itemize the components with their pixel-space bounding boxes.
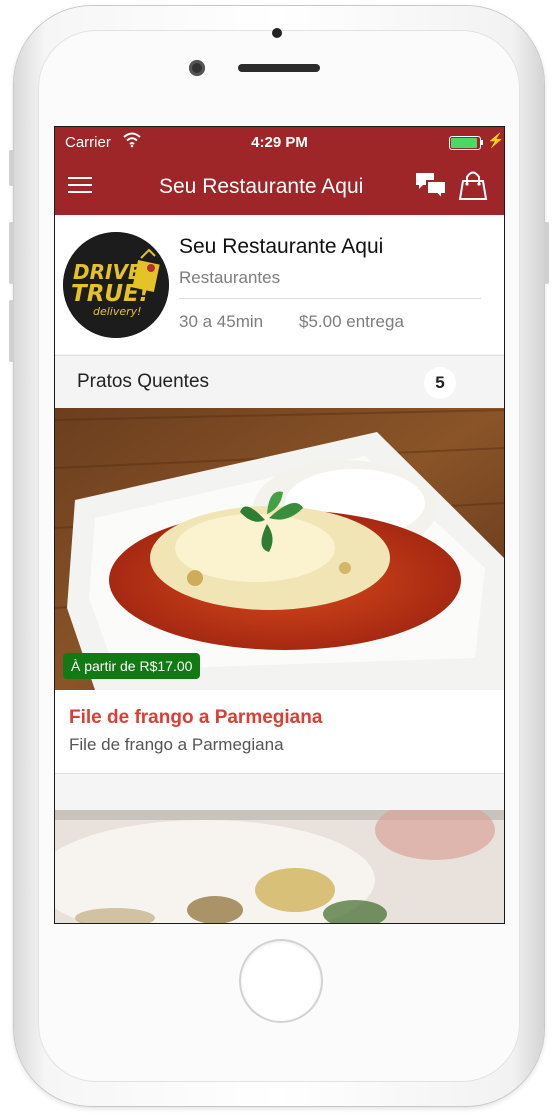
status-bar: Carrier 4:29 PM ⚡	[55, 127, 504, 157]
section-header: Pratos Quentes 5	[55, 355, 504, 408]
item-title: File de frango a Parmegiana	[69, 707, 323, 728]
section-title: Pratos Quentes	[77, 371, 210, 392]
svg-text:delivery!: delivery!	[93, 305, 142, 318]
volume-up-button	[9, 222, 14, 284]
battery-icon	[449, 136, 481, 150]
food-photo	[55, 408, 504, 690]
charging-icon: ⚡	[487, 132, 505, 148]
shopping-bag-icon[interactable]	[456, 169, 490, 203]
delivery-fee: $5.00 entrega	[299, 312, 404, 331]
price-badge: À partir de R$17.00	[63, 653, 201, 679]
header-divider	[179, 298, 481, 299]
delivery-time: 30 a 45min	[179, 312, 264, 331]
item-description: File de frango a Parmegiana	[69, 735, 284, 754]
front-camera	[189, 60, 205, 76]
chat-icon[interactable]	[414, 171, 448, 201]
home-button[interactable]	[239, 939, 323, 1023]
section-count-badge: 5	[424, 367, 456, 399]
food-photo-next	[55, 810, 504, 923]
battery-tip	[481, 140, 483, 145]
clock-label: 4:29 PM	[251, 134, 308, 151]
mute-switch	[9, 150, 14, 186]
restaurant-name: Seu Restaurante Aqui	[179, 235, 384, 258]
volume-down-button	[9, 300, 14, 362]
proximity-sensor	[272, 28, 282, 38]
nav-title: Seu Restaurante Aqui	[159, 175, 364, 198]
card-divider	[55, 773, 504, 774]
menu-item-card[interactable]: À partir de R$17.00 File de frango a Par…	[55, 408, 504, 773]
menu-item-card-next[interactable]	[55, 810, 504, 923]
nav-bar: Seu Restaurante Aqui	[55, 157, 504, 215]
power-button	[544, 222, 549, 284]
earpiece-speaker	[238, 64, 320, 72]
restaurant-category: Restaurantes	[179, 268, 281, 287]
restaurant-logo: DRIVE TRUE! delivery!	[63, 232, 169, 338]
menu-icon[interactable]	[68, 177, 92, 195]
svg-text:TRUE!: TRUE!	[71, 281, 149, 307]
restaurant-header[interactable]: DRIVE TRUE! delivery! Seu Restaurante Aq…	[55, 215, 504, 354]
app-screen: Carrier 4:29 PM ⚡ Seu Restaurante Aqui D…	[54, 126, 505, 924]
